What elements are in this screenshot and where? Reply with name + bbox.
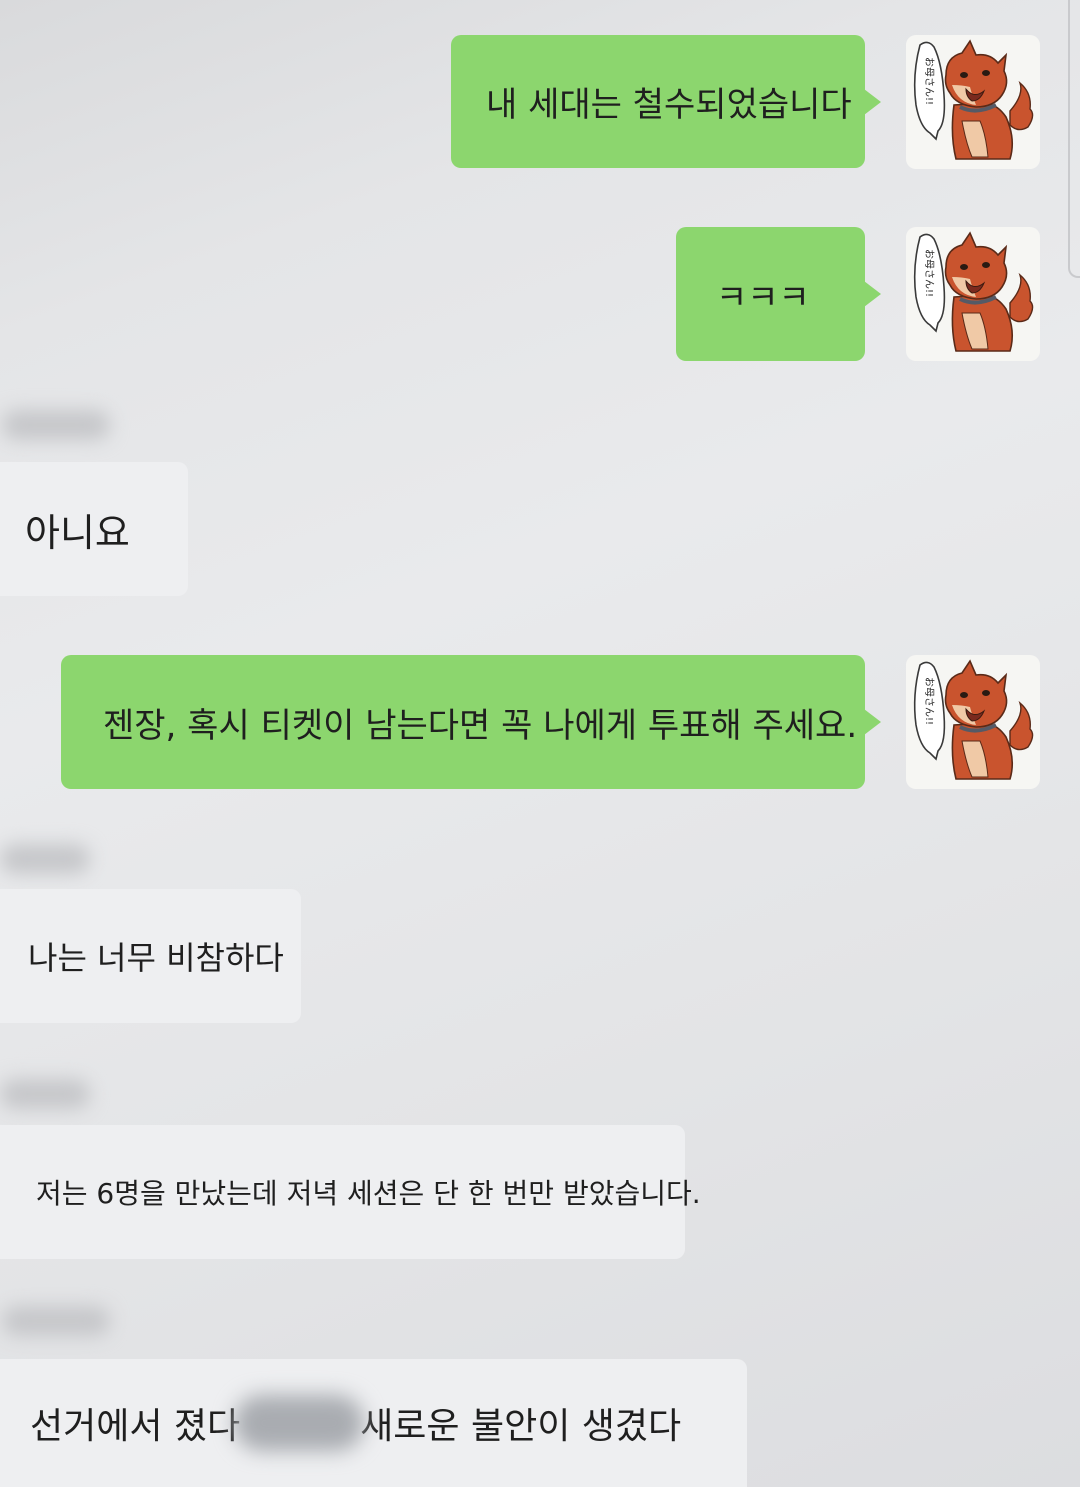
redacted-word (234, 1395, 365, 1451)
shiba-dog-okaasan-sticker-icon[interactable]: お母さん!! (906, 35, 1040, 169)
dog-head (944, 231, 1008, 305)
message-text: 아니요 (25, 510, 130, 555)
redaction-blur (234, 1395, 365, 1451)
incoming-message-bubble[interactable]: 아니요 (0, 462, 188, 596)
message-text-part: 선거에서 졌다 (30, 1406, 241, 1447)
sticker-caption: お母さん!! (923, 677, 935, 725)
message-text: 젠장, 혹시 티켓이 남는다면 꼭 나에게 투표해 주세요. (103, 705, 858, 746)
speech-balloon: お母さん!! (913, 233, 946, 333)
dog-tail (1009, 272, 1034, 323)
message-text: 내 세대는 철수되었습니다 (486, 85, 852, 125)
message-text-part: 새로운 불안이 생겼다 (360, 1406, 682, 1447)
outgoing-message-bubble[interactable]: 내 세대는 철수되었습니다 (451, 35, 881, 168)
shiba-dog-okaasan-sticker-icon[interactable]: お母さん!! (906, 655, 1040, 789)
sticker-caption: お母さん!! (923, 249, 935, 297)
speech-balloon: お母さん!! (913, 661, 946, 761)
sticker-caption: お母さん!! (923, 57, 935, 105)
sender-name-redacted (0, 1079, 90, 1109)
outgoing-message-bubble[interactable]: ㅋㅋㅋ (676, 227, 881, 361)
sender-name-redacted (2, 1306, 110, 1336)
incoming-message-bubble[interactable]: 선거에서 졌다 새로운 불안이 생겼다 (0, 1359, 747, 1487)
sender-name-redacted (2, 410, 110, 440)
message-text: 나는 너무 비참하다 (28, 939, 284, 977)
speech-balloon: お母さん!! (913, 41, 946, 141)
message-text: ㅋㅋㅋ (716, 277, 810, 318)
message-text: 저는 6명을 만났는데 저녁 세션은 단 한 번만 받았습니다. (36, 1177, 701, 1210)
shiba-dog-okaasan-sticker-icon[interactable]: お母さん!! (906, 227, 1040, 361)
dog-tail (1009, 80, 1034, 131)
scroll-edge (1068, 0, 1080, 278)
outgoing-message-bubble[interactable]: 젠장, 혹시 티켓이 남는다면 꼭 나에게 투표해 주세요. (61, 655, 881, 789)
dog-tail (1009, 700, 1034, 751)
dog-head (944, 659, 1008, 733)
incoming-message-bubble[interactable]: 저는 6명을 만났는데 저녁 세션은 단 한 번만 받았습니다. (0, 1125, 701, 1259)
chat-view: 내 세대는 철수되었습니다 お母さん!! ㅋㅋㅋ お母さん!! 아니요 젠장, … (0, 0, 1080, 1487)
dog-head (944, 39, 1008, 113)
incoming-message-bubble[interactable]: 나는 너무 비참하다 (0, 889, 301, 1023)
sender-name-redacted (0, 844, 90, 874)
